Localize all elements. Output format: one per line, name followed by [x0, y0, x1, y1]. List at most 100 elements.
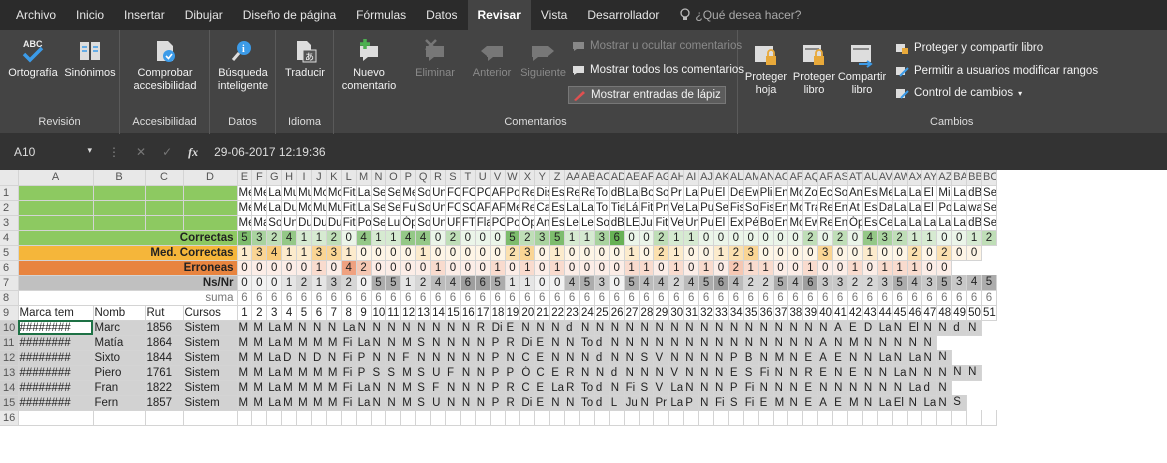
answer-cell[interactable]: N — [683, 320, 700, 336]
data-cell[interactable]: ######## — [18, 350, 94, 366]
question-cell[interactable]: Po — [936, 200, 953, 216]
erroneas-cell[interactable]: 0 — [594, 260, 610, 276]
anterior-comentario-button[interactable]: Anterior — [466, 38, 518, 80]
empty-cell[interactable] — [907, 410, 923, 426]
row-header[interactable]: 4 — [0, 230, 19, 246]
correctas-cell[interactable]: 2 — [892, 230, 908, 246]
answer-cell[interactable]: D — [862, 320, 878, 336]
erroneas-cell[interactable]: 1 — [311, 260, 327, 276]
row-header[interactable]: 7 — [0, 275, 19, 291]
answer-cell[interactable]: N — [683, 335, 700, 351]
answer-cell[interactable]: A — [817, 335, 834, 351]
suma-cell[interactable]: 6 — [683, 290, 700, 306]
column-header[interactable]: AR — [817, 170, 834, 186]
empty-cell[interactable] — [415, 410, 432, 426]
answer-cell[interactable]: N — [832, 335, 849, 351]
data-cell[interactable]: Fran — [93, 380, 146, 396]
correctas-cell[interactable]: 0 — [698, 230, 714, 246]
course-number-cell[interactable]: 39 — [802, 305, 819, 321]
empty-cell[interactable] — [594, 410, 610, 426]
answer-cell[interactable]: N — [683, 365, 700, 381]
question-cell[interactable]: To — [594, 200, 610, 216]
course-number-cell[interactable]: 50 — [966, 305, 983, 321]
answer-cell[interactable]: Fi — [624, 380, 640, 396]
data-cell[interactable]: 1856 — [145, 320, 184, 336]
suma-cell[interactable]: 6 — [966, 290, 983, 306]
med-correctas-cell[interactable]: 0 — [892, 245, 908, 261]
answer-cell[interactable]: E — [832, 350, 849, 366]
question-cell[interactable]: La — [907, 185, 923, 201]
answer-cell[interactable]: N — [862, 350, 878, 366]
suma-cell[interactable]: 6 — [519, 290, 536, 306]
correctas-cell[interactable]: 5 — [237, 230, 253, 246]
insert-function-icon[interactable]: fx — [188, 145, 198, 160]
answer-cell[interactable]: N — [564, 335, 580, 351]
question-cell[interactable]: FT — [460, 215, 476, 231]
med-correctas-cell[interactable]: 0 — [490, 245, 506, 261]
answer-cell[interactable]: N — [802, 320, 819, 336]
sinonimos-button[interactable]: Sinónimos — [62, 38, 118, 80]
suma-cell[interactable]: 6 — [415, 290, 432, 306]
suma-cell[interactable]: 6 — [385, 290, 402, 306]
answer-cell[interactable]: La — [921, 395, 938, 411]
suma-cell[interactable]: 6 — [832, 290, 849, 306]
question-cell[interactable]: Me — [251, 200, 268, 216]
question-cell[interactable]: Se — [713, 200, 729, 216]
answer-cell[interactable]: La — [668, 380, 685, 396]
answer-cell[interactable]: N — [758, 350, 774, 366]
column-header[interactable]: AN — [758, 170, 774, 186]
question-cell[interactable]: SC — [460, 200, 476, 216]
answer-cell[interactable]: N — [773, 380, 789, 396]
answer-cell[interactable]: C — [519, 350, 536, 366]
compartir-libro-button[interactable]: Compartir libro — [836, 42, 888, 97]
answer-cell[interactable]: N — [653, 320, 670, 336]
answer-cell[interactable]: N — [326, 320, 342, 336]
empty-cell[interactable] — [93, 410, 146, 426]
suma-cell[interactable]: 6 — [564, 290, 580, 306]
erroneas-cell[interactable]: 2 — [728, 260, 744, 276]
suma-cell[interactable]: 6 — [698, 290, 714, 306]
answer-cell[interactable]: M — [296, 365, 312, 381]
answer-cell[interactable]: N — [415, 320, 432, 336]
answer-cell[interactable]: R — [802, 365, 819, 381]
question-cell[interactable]: So — [415, 185, 432, 201]
answer-cell[interactable]: N — [698, 380, 714, 396]
course-number-cell[interactable]: 38 — [787, 305, 804, 321]
suma-cell[interactable]: 6 — [653, 290, 670, 306]
course-number-cell[interactable]: 29 — [653, 305, 670, 321]
question-cell[interactable]: Un — [683, 215, 700, 231]
answer-cell[interactable]: P — [728, 380, 744, 396]
med-correctas-cell[interactable]: 1 — [341, 245, 357, 261]
column-header[interactable]: H — [281, 170, 298, 186]
empty-cell[interactable] — [183, 410, 238, 426]
nsnr-cell[interactable]: 3 — [951, 275, 968, 291]
question-cell[interactable]: El — [713, 185, 729, 201]
med-correctas-cell[interactable]: 0 — [832, 245, 849, 261]
med-correctas-cell[interactable]: 0 — [877, 245, 893, 261]
row-header[interactable]: 12 — [0, 350, 19, 366]
answer-cell[interactable]: N — [445, 380, 461, 396]
answer-cell[interactable]: N — [624, 365, 640, 381]
suma-cell[interactable]: 6 — [787, 290, 804, 306]
tab-diseno-pagina[interactable]: Diseño de página — [233, 0, 346, 30]
siguiente-comentario-button[interactable]: Siguiente — [518, 38, 568, 80]
correctas-cell[interactable]: 1 — [683, 230, 700, 246]
answer-cell[interactable]: E — [802, 380, 819, 396]
question-cell[interactable]: Dis — [534, 185, 551, 201]
column-header[interactable]: M — [356, 170, 372, 186]
column-header[interactable]: F — [251, 170, 268, 186]
answer-cell[interactable]: M — [847, 395, 863, 411]
question-cell[interactable]: En — [832, 200, 849, 216]
question-cell[interactable]: Fit — [341, 215, 357, 231]
answer-cell[interactable]: Fi — [341, 365, 357, 381]
correctas-cell[interactable]: 2 — [832, 230, 849, 246]
answer-cell[interactable]: N — [594, 365, 610, 381]
answer-cell[interactable]: N — [966, 365, 983, 381]
column-header[interactable]: Q — [415, 170, 432, 186]
nsnr-cell[interactable]: 5 — [490, 275, 506, 291]
med-correctas-cell[interactable]: 0 — [430, 245, 446, 261]
answer-cell[interactable]: M — [400, 395, 417, 411]
question-cell[interactable]: Du — [281, 200, 298, 216]
erroneas-cell[interactable]: 1 — [758, 260, 774, 276]
answer-cell[interactable]: La — [877, 350, 893, 366]
